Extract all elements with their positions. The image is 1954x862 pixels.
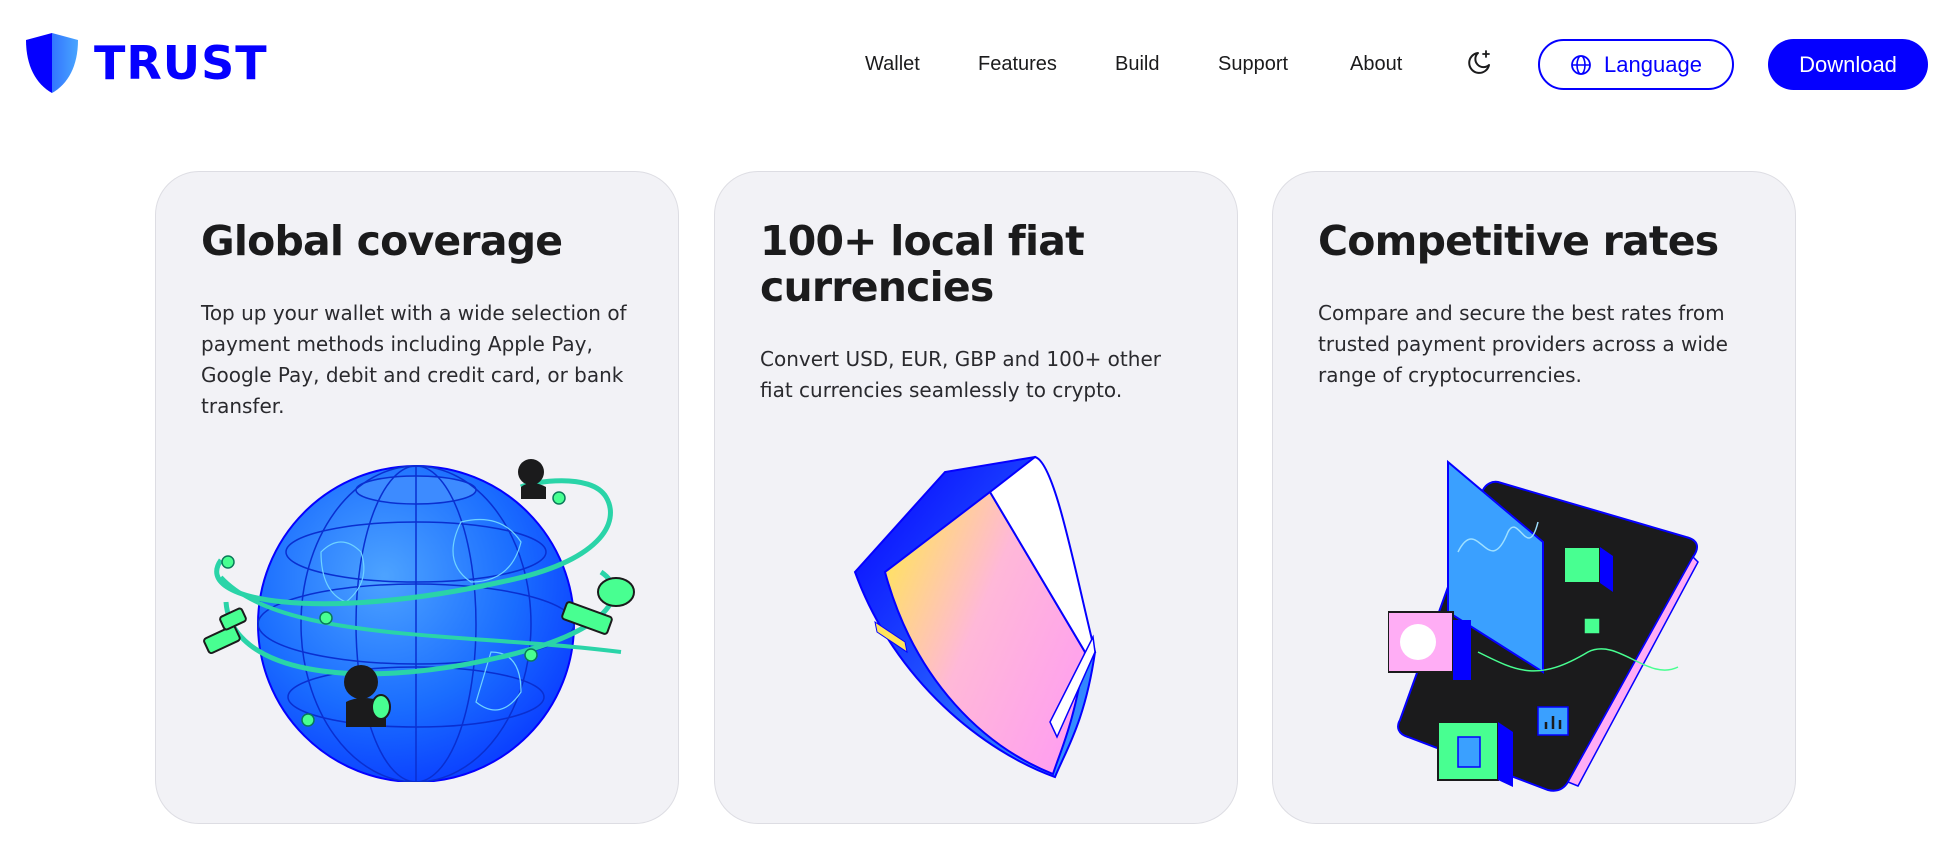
download-button[interactable]: Download [1768, 39, 1928, 90]
language-label: Language [1604, 51, 1702, 77]
shield-illustration [853, 455, 1097, 779]
download-label: Download [1799, 51, 1897, 77]
card-title: Competitive rates [1318, 217, 1719, 265]
nav-build[interactable]: Build [1115, 49, 1159, 79]
moon-sparkle-icon[interactable] [1464, 48, 1494, 78]
nav-features[interactable]: Features [978, 49, 1057, 79]
feature-card-global-coverage: Global coverage Top up your wallet with … [155, 171, 679, 824]
card-description: Compare and secure the best rates from t… [1318, 301, 1728, 387]
nav-support[interactable]: Support [1218, 49, 1288, 79]
nav-about[interactable]: About [1350, 49, 1402, 79]
globe-icon [1571, 54, 1591, 75]
card-description: Convert USD, EUR, GBP and 100+ other fia… [760, 347, 1161, 402]
nav-wallet[interactable]: Wallet [865, 49, 920, 79]
brand-wordmark: TRUST [94, 36, 268, 90]
trust-logo[interactable]: TRUST [24, 32, 268, 94]
language-button[interactable]: Language [1538, 39, 1734, 90]
feature-card-competitive-rates: Competitive rates Compare and secure the… [1272, 171, 1796, 824]
card-description: Top up your wallet with a wide selection… [201, 301, 627, 418]
shield-logo-icon [26, 33, 78, 93]
feature-card-fiat-currencies: 100+ local fiat currencies Convert USD, … [714, 171, 1238, 824]
chart-tablet-illustration [1388, 459, 1699, 792]
globe-illustration [203, 459, 635, 782]
site-header: TRUST Wallet Features Build Support Abou… [0, 0, 1954, 130]
card-title: 100+ local fiat currencies [760, 217, 1085, 311]
card-title: Global coverage [201, 217, 563, 265]
